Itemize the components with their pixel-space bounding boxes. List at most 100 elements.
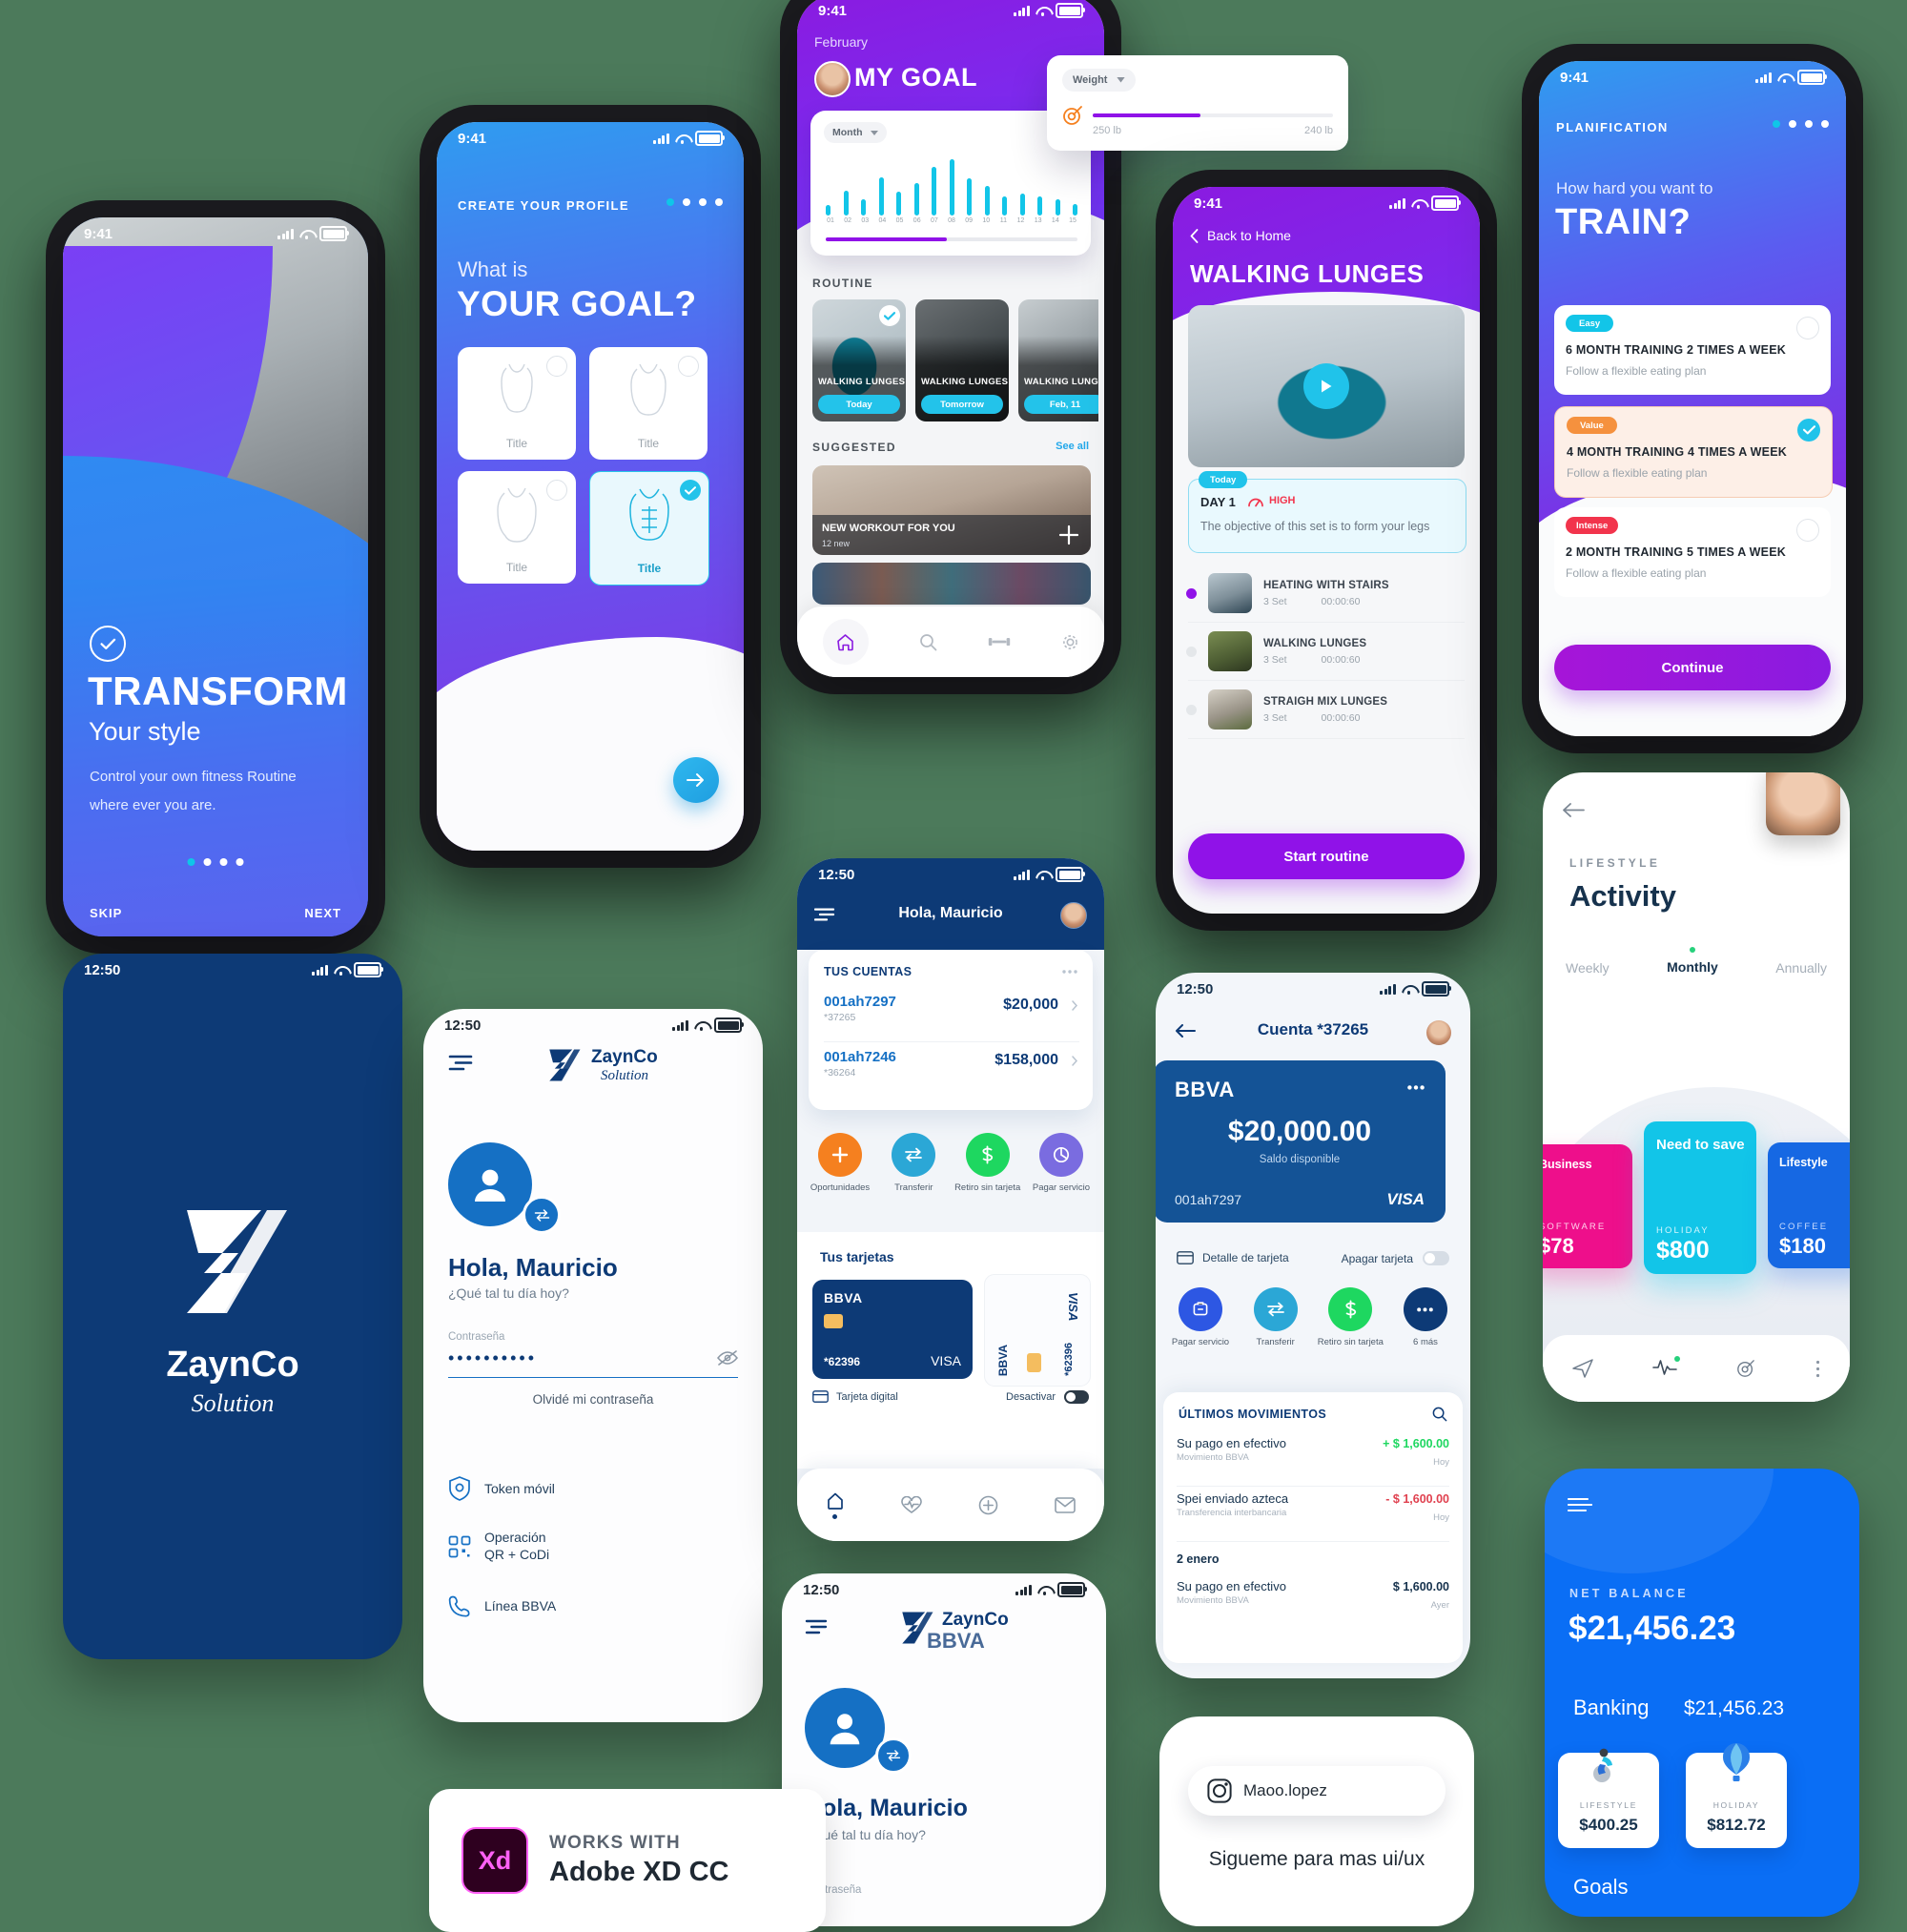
quick-action-transferir[interactable]: Transferir [878, 1133, 949, 1193]
account-row[interactable]: 001ah7246 *36264 $158,000 [824, 1049, 1079, 1097]
weight-widget[interactable]: Weight 250 lb 240 lb [1047, 55, 1348, 151]
exercise-row[interactable]: HEATING WITH STAIRS 3 Set 00:00:60 [1186, 565, 1465, 623]
radio-unselected[interactable] [1796, 317, 1819, 339]
quick-action-retiro[interactable]: Retiro sin tarjeta [953, 1133, 1023, 1193]
tab-weekly[interactable]: Weekly [1566, 960, 1610, 976]
avatar[interactable] [1060, 902, 1087, 929]
chart-progress-track[interactable] [826, 237, 1077, 241]
pulse-icon[interactable] [1651, 1358, 1677, 1375]
movement-row[interactable]: Spei enviado azteca Transferencia interb… [1177, 1491, 1449, 1542]
weight-progress-track[interactable] [1093, 113, 1333, 117]
search-icon[interactable] [919, 633, 937, 651]
avatar[interactable] [1426, 1020, 1451, 1045]
home-icon[interactable] [826, 1491, 845, 1511]
routine-card[interactable]: WALKING LUNGES Feb, 11 [1018, 299, 1098, 421]
chevron-left-icon[interactable] [1190, 229, 1199, 243]
routine-carousel[interactable]: WALKING LUNGES Today WALKING LUNGES Tomo… [812, 299, 1098, 421]
pager-dots[interactable] [1773, 120, 1829, 128]
menu-icon[interactable] [805, 1619, 828, 1634]
movement-row[interactable]: Su pago en efectivo Movimiento BBVA + $ … [1177, 1436, 1449, 1487]
quick-action-pagar[interactable]: Pagar servicio [1026, 1133, 1097, 1193]
arrow-left-icon[interactable] [1562, 803, 1585, 817]
menu-icon[interactable] [448, 1055, 473, 1071]
menu-icon[interactable] [1568, 1497, 1592, 1512]
send-icon[interactable] [1572, 1359, 1593, 1378]
card-footer-right[interactable]: Desactivar [1006, 1390, 1089, 1404]
next-fab-button[interactable] [673, 757, 719, 803]
plus-circle-icon[interactable] [978, 1495, 998, 1515]
mail-icon[interactable] [1055, 1496, 1077, 1513]
card-footer-left[interactable]: Tarjeta digital [812, 1390, 898, 1403]
detail-action-retiro[interactable]: Retiro sin tarjeta [1315, 1287, 1385, 1347]
balance-card[interactable]: BBVA $20,000.00 Saldo disponible 001ah72… [1156, 1060, 1446, 1223]
more-horizontal-icon[interactable] [1407, 1085, 1425, 1090]
exercise-row[interactable]: STRAIGH MIX LUNGES 3 Set 00:00:60 [1186, 681, 1465, 739]
search-icon[interactable] [1432, 1407, 1447, 1422]
tab-home[interactable] [822, 619, 869, 665]
radio-unselected[interactable] [678, 356, 699, 377]
password-input[interactable]: •••••••••• [448, 1348, 738, 1378]
detail-action-pagar[interactable]: Pagar servicio [1165, 1287, 1236, 1347]
see-all-link[interactable]: See all [1056, 441, 1089, 452]
exercise-row[interactable]: WALKING LUNGES 3 Set 00:00:60 [1186, 623, 1465, 681]
bank-card-side[interactable]: VISA BBVA *62396 [984, 1274, 1091, 1387]
goal-card-2[interactable]: Title [458, 471, 576, 584]
quick-action-oportunidades[interactable]: Oportunidades [805, 1133, 875, 1193]
radio-unselected[interactable] [546, 480, 567, 501]
plan-option-2[interactable]: Intense 2 MONTH TRAINING 5 TIMES A WEEK … [1554, 507, 1831, 597]
dumbbell-icon[interactable] [988, 635, 1011, 648]
goal-card-3[interactable]: Title [589, 471, 709, 586]
range-select[interactable]: Month [824, 122, 887, 143]
target-icon[interactable] [1735, 1359, 1756, 1378]
plan-option-1[interactable]: Value 4 MONTH TRAINING 4 TIMES A WEEK Fo… [1554, 406, 1833, 498]
routine-card[interactable]: WALKING LUNGES Tomorrow [915, 299, 1009, 421]
bank-card[interactable]: BBVA *62396 VISA [812, 1280, 973, 1379]
period-tabs[interactable]: Weekly Monthly Annually [1566, 947, 1827, 976]
switch-user-icon[interactable] [523, 1196, 561, 1234]
routine-card[interactable]: WALKING LUNGES Today [812, 299, 906, 421]
login-link-phone[interactable]: Línea BBVA [448, 1594, 556, 1617]
continue-button[interactable]: Continue [1554, 645, 1831, 690]
balance-tile-holiday[interactable]: HOLIDAY $812.72 [1686, 1743, 1787, 1848]
account-row[interactable]: 001ah7297 *37265 $20,000 [824, 994, 1079, 1042]
avatar[interactable] [814, 61, 851, 97]
goal-card-0[interactable]: Title [458, 347, 576, 460]
next-button[interactable]: NEXT [304, 906, 341, 920]
activity-card-save[interactable]: Need to save HOLIDAY $800 [1644, 1121, 1756, 1274]
suggested-strip[interactable] [812, 563, 1091, 605]
login-link-token[interactable]: Token móvil [448, 1476, 555, 1501]
radio-unselected[interactable] [1796, 519, 1819, 542]
heart-pulse-icon[interactable] [901, 1495, 922, 1514]
suggested-card[interactable]: NEW WORKOUT FOR YOU 12 new [812, 465, 1091, 555]
activity-card-lifestyle[interactable]: Lifestyle COFFEE $180 [1768, 1142, 1850, 1268]
radio-selected[interactable] [680, 480, 701, 501]
pager-dots[interactable] [666, 198, 723, 206]
start-routine-button[interactable]: Start routine [1188, 833, 1465, 879]
detail-row-right[interactable]: Apagar tarjeta [1342, 1251, 1449, 1265]
avatar[interactable] [1766, 772, 1840, 835]
detail-action-more[interactable]: 6 más [1390, 1287, 1461, 1347]
play-button[interactable] [1303, 363, 1349, 409]
plan-option-0[interactable]: Easy 6 MONTH TRAINING 2 TIMES A WEEK Fol… [1554, 305, 1831, 395]
forgot-password-link[interactable]: Olvidé mi contraseña [423, 1392, 763, 1407]
plus-icon[interactable] [1058, 524, 1079, 545]
movement-row[interactable]: Su pago en efectivo Movimiento BBVA $ 1,… [1177, 1579, 1449, 1627]
gear-icon[interactable] [1061, 633, 1079, 651]
tab-monthly[interactable]: Monthly [1667, 959, 1718, 975]
exercise-video[interactable] [1188, 305, 1465, 467]
skip-button[interactable]: SKIP [90, 906, 122, 920]
radio-unselected[interactable] [546, 356, 567, 377]
tab-annually[interactable]: Annually [1775, 960, 1827, 976]
balance-tile-lifestyle[interactable]: LIFESTYLE $400.25 [1558, 1748, 1659, 1848]
goal-card-1[interactable]: Title [589, 347, 707, 460]
radio-selected[interactable] [1797, 419, 1820, 442]
detail-row-left[interactable]: Detalle de tarjeta [1177, 1251, 1289, 1264]
more-vertical-icon[interactable] [1815, 1360, 1820, 1378]
login-link-qr[interactable]: Operación QR + CoDi [448, 1530, 549, 1563]
weight-select[interactable]: Weight [1062, 69, 1137, 92]
instagram-handle-pill[interactable]: Maoo.lopez [1188, 1766, 1446, 1816]
switch-user-icon[interactable] [875, 1737, 912, 1774]
activity-card-business[interactable]: Business SOFTWARE $78 [1543, 1144, 1632, 1268]
card-toggle[interactable] [1064, 1390, 1089, 1404]
back-label[interactable]: Back to Home [1207, 228, 1291, 243]
